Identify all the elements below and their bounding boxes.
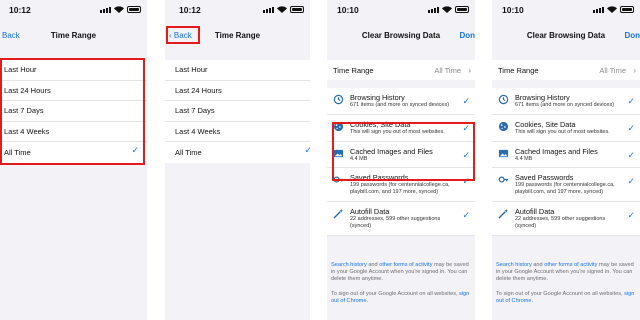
history-icon [498,94,509,105]
checkmark-icon: ✓ [627,176,635,187]
checkmark-icon: ✓ [627,209,635,220]
status-time: 10:10 [337,5,359,15]
image-icon [498,149,509,157]
checkmark-icon: ✓ [627,122,635,133]
wifi-icon [607,6,617,13]
wifi-icon [442,6,452,13]
time-range-label: Time Range [333,65,374,75]
time-range-value: All Time [434,65,461,75]
option-last-7-days[interactable]: Last 7 Days [0,101,147,122]
checkmark-icon: ✓ [627,149,635,160]
checkmark-icon: ✓ [462,122,470,133]
search-history-link[interactable]: Search history [331,262,367,268]
time-range-screen-1: 10:12 Back Time Range Last Hour Last 24 … [0,0,147,320]
footer-note: Search history and other forms of activi… [496,262,635,304]
clear-browsing-data-screen-1: 10:10 Clear Browsing Data Don Time Range… [327,0,475,320]
data-item-browsing-history[interactable]: Browsing History 671 items (and more on … [327,88,475,115]
data-type-list: Browsing History 671 items (and more on … [327,88,475,236]
clear-browsing-data-screen-2: 10:10 Clear Browsing Data Don Time Range… [492,0,640,320]
page-title: Time Range [214,31,261,40]
status-bar: 10:10 [327,0,475,18]
battery-icon [620,6,634,13]
status-bar: 10:12 [165,0,310,18]
checkmark-icon: ✓ [627,96,635,106]
status-icons [100,6,141,13]
time-range-label: Time Range [498,65,539,75]
time-range-row[interactable]: Time Range All Time › [327,60,475,80]
checkmark-icon: ✓ [462,209,470,220]
done-button[interactable]: Don [459,31,475,40]
data-item-cookies[interactable]: Cookies, Site Data This will sign you ou… [327,115,475,142]
nav-bar: Back Time Range [0,18,147,52]
autofill-icon [333,208,344,219]
status-time: 10:12 [9,5,31,15]
history-icon [333,94,344,105]
page-title: Clear Browsing Data [526,31,606,40]
key-icon [498,176,509,183]
status-icons [428,6,469,13]
battery-icon [455,6,469,13]
search-history-link[interactable]: Search history [496,262,532,268]
data-item-cached-images[interactable]: Cached Images and Files 4.4 MB ✓ [327,142,475,169]
chevron-right-icon: › [468,65,471,75]
option-all-time[interactable]: All Time ✓ [165,142,310,163]
battery-icon [127,6,141,13]
autofill-icon [498,208,509,219]
option-last-4-weeks[interactable]: Last 4 Weeks [0,122,147,142]
data-item-cookies[interactable]: Cookies, Site Data This will sign you ou… [492,115,640,142]
checkmark-icon: ✓ [462,149,470,160]
time-range-list: Last Hour Last 24 Hours Last 7 Days Last… [165,60,310,163]
data-item-autofill[interactable]: Autofill Data 22 addresses, 599 other su… [327,202,475,236]
checkmark-icon: ✓ [131,145,139,155]
data-item-saved-passwords[interactable]: Saved Passwords 199 passwords (for cente… [327,168,475,202]
option-last-hour[interactable]: Last Hour [0,60,147,81]
data-item-autofill[interactable]: Autofill Data 22 addresses, 599 other su… [492,202,640,236]
nav-bar: Clear Browsing Data Don [492,18,640,52]
footer-note: Search history and other forms of activi… [331,262,470,304]
time-range-row[interactable]: Time Range All Time › [492,60,640,80]
status-bar: 10:12 [0,0,147,18]
cellular-signal-icon [593,6,604,13]
wifi-icon [277,6,287,13]
checkmark-icon: ✓ [462,176,470,187]
option-all-time[interactable]: All Time ✓ [0,142,147,163]
time-range-value: All Time [599,65,626,75]
data-item-cached-images[interactable]: Cached Images and Files 4.4 MB ✓ [492,142,640,169]
cookie-icon [333,121,344,131]
checkmark-icon: ✓ [462,96,470,106]
image-icon [333,149,344,157]
data-item-saved-passwords[interactable]: Saved Passwords 199 passwords (for cente… [492,168,640,202]
option-last-24-hours[interactable]: Last 24 Hours [0,81,147,101]
wifi-icon [114,6,124,13]
status-icons [593,6,634,13]
nav-bar: ‹ Back Time Range [165,18,310,52]
status-bar: 10:10 [492,0,640,18]
page-title: Clear Browsing Data [361,31,441,40]
battery-icon [290,6,304,13]
other-activity-link[interactable]: other forms of activity [379,262,432,268]
done-button[interactable]: Don [624,31,640,40]
page-title: Time Range [50,31,97,40]
option-last-24-hours[interactable]: Last 24 Hours [165,81,310,101]
checkmark-icon: ✓ [304,145,310,155]
cellular-signal-icon [428,6,439,13]
key-icon [333,176,344,183]
other-activity-link[interactable]: other forms of activity [544,262,597,268]
option-last-7-days[interactable]: Last 7 Days [165,101,310,122]
data-type-list: Browsing History 671 items (and more on … [492,88,640,236]
cellular-signal-icon [263,6,274,13]
status-time: 10:10 [502,5,524,15]
chevron-right-icon: › [633,65,636,75]
nav-bar: Clear Browsing Data Don [327,18,475,52]
option-last-hour[interactable]: Last Hour [165,60,310,81]
time-range-screen-2: 10:12 ‹ Back Time Range Last Hour Last 2… [165,0,310,320]
data-item-browsing-history[interactable]: Browsing History 671 items (and more on … [492,88,640,115]
time-range-list: Last Hour Last 24 Hours Last 7 Days Last… [0,60,147,163]
cellular-signal-icon [100,6,111,13]
status-icons [263,6,304,13]
cookie-icon [498,121,509,131]
option-last-4-weeks[interactable]: Last 4 Weeks [165,122,310,142]
status-time: 10:12 [179,5,201,15]
